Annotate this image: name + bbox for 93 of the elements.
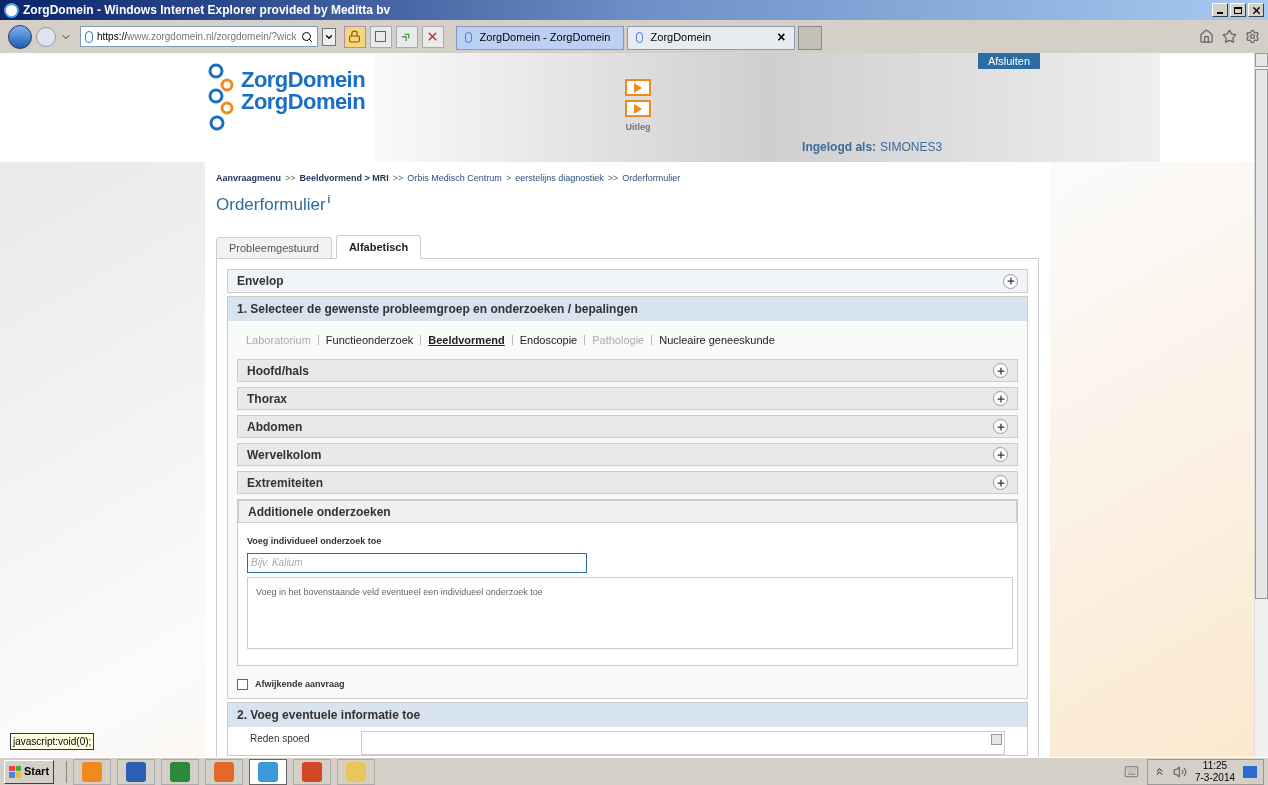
logo-text: ZorgDomein — [241, 69, 366, 91]
field-label: Reden spoed — [250, 731, 311, 746]
expand-icon[interactable] — [993, 419, 1008, 434]
logged-in-label: Ingelogd als: — [802, 139, 877, 156]
breadcrumb-separator: >> — [285, 172, 296, 185]
expand-icon[interactable] — [993, 475, 1008, 490]
breadcrumb-link[interactable]: Beeldvormend > MRI — [299, 172, 389, 186]
close-tab-button[interactable]: × — [777, 27, 786, 48]
urgency-reason-field[interactable] — [361, 730, 1005, 755]
status-tooltip: javascript:void(0); — [10, 733, 95, 750]
expand-icon[interactable] — [993, 447, 1008, 462]
minimize-icon[interactable] — [1212, 3, 1228, 17]
play-video-icon[interactable] — [625, 100, 652, 117]
expand-icon[interactable] — [993, 363, 1008, 378]
scroll-up-button[interactable] — [1255, 53, 1268, 67]
page-title: Orderformulier — [216, 193, 326, 216]
keyboard-icon[interactable] — [1123, 764, 1139, 779]
start-button[interactable]: Start — [4, 759, 55, 784]
group-title: Additionele onderzoeken — [248, 503, 391, 521]
field-label: Voeg individueel onderzoek toe — [247, 535, 383, 548]
category-link[interactable]: Beeldvormend — [428, 331, 505, 349]
test-search-field[interactable]: Bijv. Kalium — [247, 552, 587, 573]
browser-tab[interactable]: ZorgDomein - ZorgDomein — [455, 25, 624, 50]
tests-hint: Voeg in het bovenstaande veld eventueel een individueel onderzoek toe — [256, 586, 543, 599]
group-header[interactable]: Wervelkolom — [237, 443, 1018, 466]
scrollbar-thumb[interactable] — [1255, 69, 1268, 599]
expand-icon[interactable] — [993, 391, 1008, 406]
windows-logo-icon — [9, 765, 21, 778]
volume-icon[interactable] — [1172, 764, 1187, 779]
new-tab-button[interactable] — [797, 25, 822, 50]
play-video-icon[interactable] — [625, 79, 652, 96]
group-title: Extremiteiten — [247, 474, 324, 492]
window-title: ZorgDomein - Windows Internet Explorer provided by Meditta bv — [23, 2, 391, 19]
taskbar-button[interactable] — [161, 758, 200, 785]
clock-date: 7-3-2014 — [1194, 771, 1235, 784]
group-title: Wervelkolom — [247, 446, 322, 464]
search-icon[interactable] — [300, 30, 313, 43]
favorites-icon[interactable] — [1222, 29, 1237, 44]
logout-button[interactable]: Afsluiten — [978, 53, 1040, 69]
section-title: 1. Selecteer de gewenste probleemgroep en onderzoeken / bepalingen — [237, 301, 638, 318]
logo-text: ZorgDomein — [241, 91, 366, 113]
browser-tab[interactable]: ZorgDomein × — [626, 25, 795, 50]
envelop-header[interactable]: Envelop — [227, 269, 1028, 293]
show-desktop-icon[interactable] — [1243, 765, 1257, 778]
breadcrumb-separator: > — [505, 172, 512, 185]
lock-icon — [348, 30, 362, 43]
clock-time: 11:25 — [1202, 759, 1228, 772]
category-link[interactable]: Nucleaire geneeskunde — [659, 331, 775, 349]
group-header[interactable]: Extremiteiten — [237, 471, 1018, 494]
group-title: Hoofd/hals — [247, 362, 309, 380]
breadcrumb-link[interactable]: Aanvraagmenu — [216, 172, 282, 186]
home-icon[interactable] — [1199, 29, 1214, 44]
dropdown-button[interactable] — [321, 27, 336, 46]
back-button[interactable] — [8, 24, 32, 49]
group-header[interactable]: Additionele onderzoeken — [238, 500, 1017, 523]
address-text: https://www.zorgdomein.nl/zorgdomein/?wick — [97, 30, 297, 44]
restore-icon[interactable] — [1230, 3, 1246, 17]
page-icon — [375, 31, 387, 42]
group-title: Thorax — [247, 390, 287, 408]
tab[interactable]: Alfabetisch — [335, 235, 422, 259]
breadcrumb-link[interactable]: Orderformulier — [622, 172, 681, 186]
refresh-button[interactable] — [395, 25, 418, 48]
breadcrumb-link[interactable]: eerstelijns diagnostiek — [515, 172, 604, 186]
compatibility-button[interactable] — [369, 25, 392, 48]
settings-icon[interactable] — [1245, 29, 1260, 44]
group-header[interactable]: Hoofd/hals — [237, 359, 1018, 382]
info-icon[interactable]: i — [327, 191, 331, 207]
scroll-up-icon[interactable] — [991, 733, 1002, 745]
expand-icon[interactable] — [1003, 273, 1018, 289]
forward-button[interactable] — [36, 26, 56, 47]
username: SIMONES3 — [880, 139, 943, 156]
breadcrumb-link[interactable]: Orbis Medisch Centrum — [407, 172, 502, 186]
group-header[interactable]: Abdomen — [237, 415, 1018, 438]
close-icon[interactable] — [1248, 3, 1264, 17]
category-link[interactable]: Functieonderzoek — [325, 331, 414, 349]
checkbox-label: Afwijkende aanvraag — [255, 678, 345, 691]
taskbar-button[interactable] — [249, 758, 288, 785]
scrollbar[interactable] — [1254, 53, 1268, 757]
address-field[interactable]: https://www.zorgdomein.nl/zorgdomein/?wick — [80, 26, 318, 47]
category-link[interactable]: Endoscopie — [519, 331, 578, 349]
section-title: 2. Voeg eventuele informatie toe — [237, 706, 421, 724]
stop-button[interactable] — [421, 25, 444, 48]
deviating-checkbox[interactable] — [237, 679, 248, 691]
taskbar-button[interactable] — [293, 758, 332, 785]
breadcrumb-separator: >> — [392, 172, 404, 185]
taskbar-button[interactable] — [117, 758, 156, 785]
group-title: Abdomen — [247, 418, 303, 436]
tab[interactable]: Probleemgestuurd — [216, 237, 332, 259]
section-title: Envelop — [237, 273, 284, 290]
group-header[interactable]: Thorax — [237, 387, 1018, 410]
browser-logo-icon — [4, 2, 19, 18]
breadcrumb-separator: >> — [607, 172, 619, 185]
lock-button[interactable] — [343, 25, 366, 48]
